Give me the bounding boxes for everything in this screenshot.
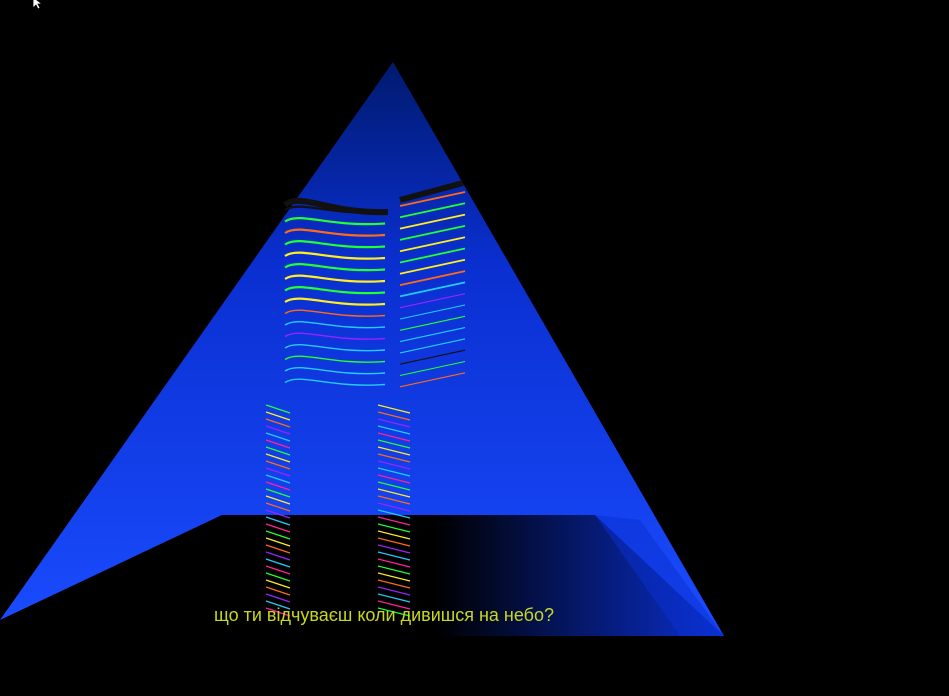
game-viewport[interactable]: що ти відчуваєш коли дивишся на небо?	[0, 0, 949, 696]
subtitle-text: що ти відчуваєш коли дивишся на небо?	[214, 605, 555, 625]
pyramid-scene	[0, 62, 724, 636]
arrow-cursor-icon	[32, 0, 44, 10]
